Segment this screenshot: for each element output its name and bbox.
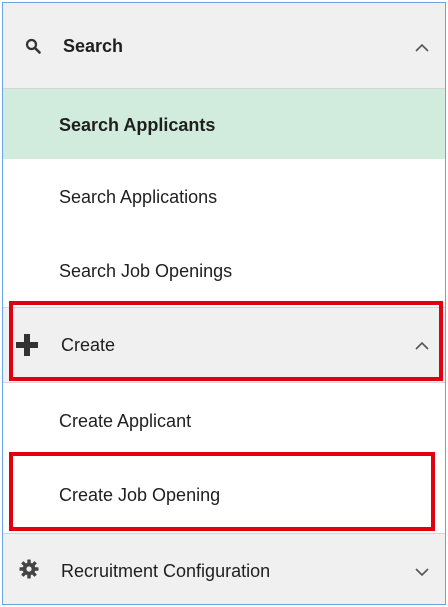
chevron-down-icon[interactable] [415,567,429,577]
section-header-search[interactable]: Search [3,3,445,89]
section-label-search: Search [63,36,124,56]
plus-icon [15,333,39,362]
gear-icon [19,559,39,584]
search-icon [25,38,41,59]
sidebar-item-label: Create Job Opening [59,485,221,505]
sidebar-item-label: Search Applicants [59,115,216,135]
sidebar-item-label: Create Applicant [59,411,192,431]
section-header-recruitment-configuration[interactable]: Recruitment Configuration [3,533,445,604]
sidebar-item-search-job-openings[interactable]: Search Job Openings [3,233,445,307]
sidebar-item-label: Search Job Openings [59,261,233,281]
sidebar-item-create-applicant[interactable]: Create Applicant [3,383,445,457]
section-label-create: Create [61,335,116,355]
chevron-up-icon[interactable] [415,43,429,53]
chevron-up-icon[interactable] [415,341,429,351]
sidebar-item-search-applicants[interactable]: Search Applicants [3,89,445,159]
sidebar-item-create-job-opening[interactable]: Create Job Opening [3,457,445,533]
sidebar-item-search-applications[interactable]: Search Applications [3,159,445,233]
section-label-recruitment-configuration: Recruitment Configuration [61,561,271,581]
recruiting-nav-panel: Search Search Applicants Search Applicat… [2,2,446,605]
section-header-create[interactable]: Create [3,307,445,383]
sidebar-item-label: Search Applications [59,187,218,207]
